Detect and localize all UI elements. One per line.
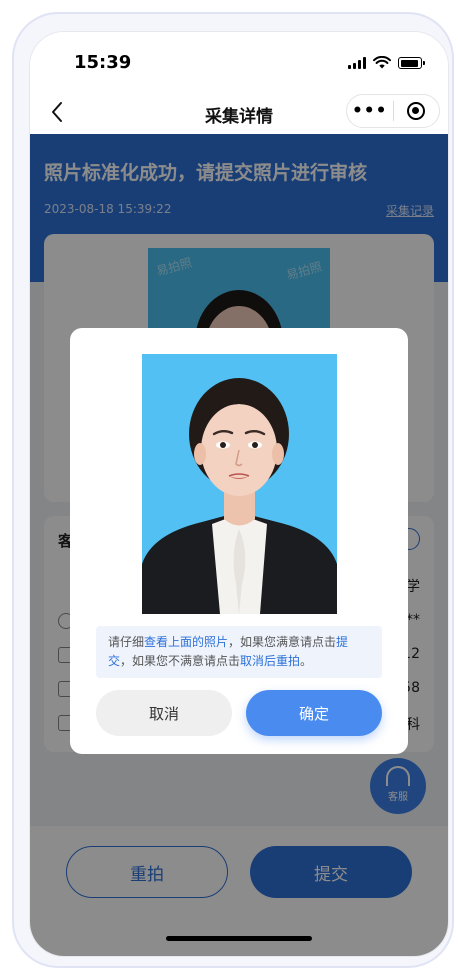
target-icon [407, 102, 426, 120]
tip-text: ，如果您满意请点击 [228, 635, 337, 649]
close-mini-program-button[interactable] [393, 102, 439, 120]
status-icons [348, 56, 425, 69]
cancel-button[interactable]: 取消 [96, 690, 232, 736]
tip-text: 。 [300, 654, 313, 668]
tip-text: 请仔细 [108, 635, 145, 649]
battery-icon [398, 57, 425, 69]
tip-highlight: 取消后重拍 [240, 654, 301, 668]
signal-icon [348, 57, 366, 69]
wifi-icon [373, 56, 391, 69]
status-bar: 15:39 [30, 32, 448, 90]
tip-highlight: 查看上面的照片 [144, 635, 229, 649]
nav-bar: 采集详情 ••• [30, 90, 448, 134]
id-photo [142, 354, 337, 614]
phone-screen: 15:39 采集详情 ••• 照片标准化成功，请提交照片进行审核 2023-08… [30, 32, 448, 956]
portrait-image [142, 354, 337, 614]
status-time: 15:39 [74, 52, 132, 73]
tip-text: ，如果您不满意请点击 [120, 654, 241, 668]
more-menu-button[interactable]: ••• [347, 101, 393, 121]
confirm-button[interactable]: 确定 [246, 690, 382, 736]
confirm-photo-dialog: 请仔细查看上面的照片，如果您满意请点击提交，如果您不满意请点击取消后重拍。 取消… [70, 328, 408, 754]
review-tip: 请仔细查看上面的照片，如果您满意请点击提交，如果您不满意请点击取消后重拍。 [96, 626, 382, 678]
mini-program-capsule: ••• [346, 94, 440, 128]
